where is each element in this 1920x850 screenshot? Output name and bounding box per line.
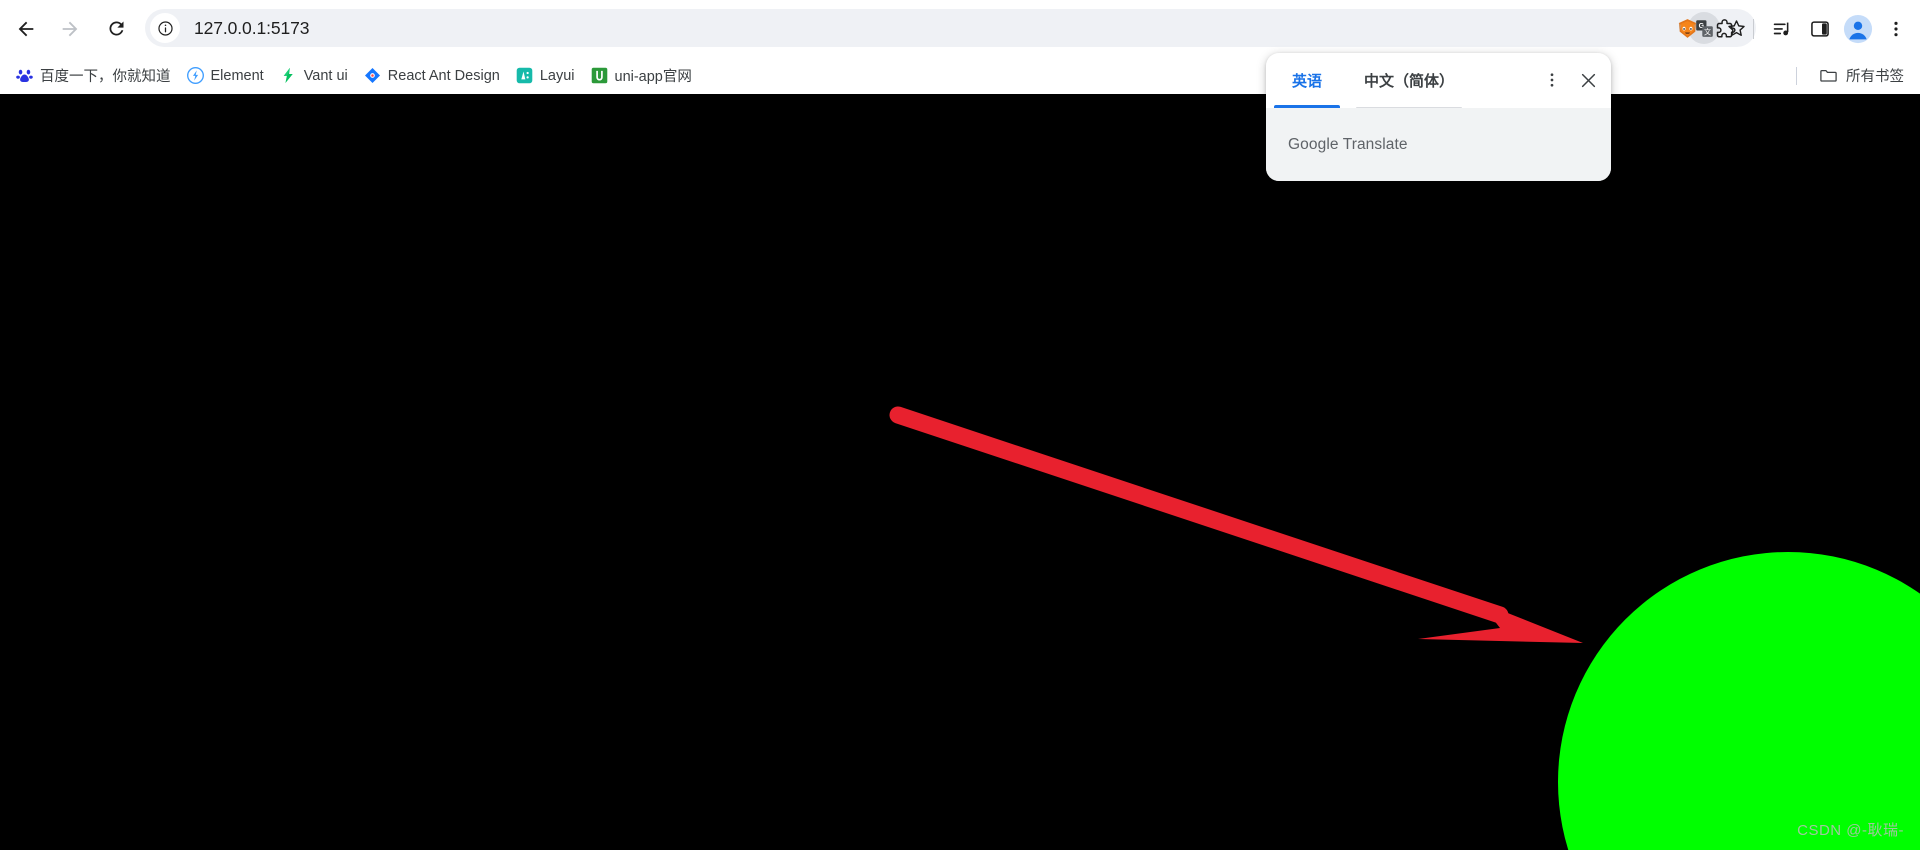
tab-english[interactable]: 英语 — [1266, 53, 1348, 108]
extensions-puzzle-icon[interactable] — [1707, 11, 1743, 47]
side-panel-icon[interactable] — [1802, 11, 1838, 47]
page-viewport: CSDN @-耿瑞- — [0, 94, 1920, 850]
bookmark-label: Vant ui — [303, 67, 348, 84]
translate-more-options-button[interactable] — [1535, 63, 1569, 97]
translate-language-tabs: 英语 中文（简体） — [1266, 53, 1470, 108]
browser-toolbar: 127.0.0.1:5173 G 文 — [0, 0, 1920, 57]
tab-chinese-label: 中文（简体） — [1363, 73, 1454, 90]
url-text: 127.0.0.1:5173 — [194, 17, 310, 38]
translate-close-button[interactable] — [1571, 63, 1605, 97]
profile-avatar-icon[interactable] — [1840, 11, 1876, 47]
bookmark-label: Element — [210, 67, 264, 84]
arrow-left-icon — [18, 21, 34, 36]
translate-popup-header: 英语 中文（简体） — [1266, 53, 1611, 108]
bookmarks-bar: 百度一下，你就知道 Element Vant ui React Ant Desi… — [0, 57, 1920, 94]
arrow-right-icon — [62, 21, 78, 36]
bookmark-uniapp[interactable]: uni-app官网 — [583, 61, 700, 90]
metamask-extension-icon[interactable] — [1669, 11, 1705, 47]
bookmark-label: React Ant Design — [387, 67, 500, 84]
all-bookmarks-label: 所有书签 — [1846, 69, 1904, 85]
baidu-paw-icon — [16, 69, 33, 83]
tab-chinese-simplified[interactable]: 中文（简体） — [1348, 53, 1470, 108]
layui-icon — [516, 67, 533, 84]
tab-english-underline — [1274, 105, 1340, 108]
tab-chinese-underline — [1356, 107, 1462, 108]
bookmark-baidu[interactable]: 百度一下，你就知道 — [8, 61, 179, 90]
bookmark-element[interactable]: Element — [179, 63, 272, 88]
bookmarks-bar-right: 所有书签 — [1796, 57, 1912, 94]
address-bar[interactable]: 127.0.0.1:5173 G 文 — [145, 9, 1756, 47]
bookmark-label: uni-app官网 — [614, 69, 692, 85]
ant-design-icon — [364, 67, 380, 84]
info-circle-icon — [157, 20, 173, 36]
vant-ui-icon — [283, 67, 293, 84]
toolbar-right-icons — [1669, 0, 1914, 57]
toolbar-separator — [1753, 18, 1754, 39]
chrome-menu-icon[interactable] — [1878, 11, 1914, 47]
close-icon — [1581, 73, 1595, 87]
translate-provider-label: Google Translate — [1288, 135, 1408, 153]
all-bookmarks-button[interactable]: 所有书签 — [1811, 61, 1912, 90]
translate-popup: 英语 中文（简体） Google Translate — [1266, 53, 1611, 181]
translate-popup-actions — [1535, 63, 1605, 97]
back-button[interactable] — [8, 11, 44, 47]
forward-button[interactable] — [52, 11, 88, 47]
bookmarks-divider — [1796, 66, 1797, 85]
site-info-button[interactable] — [150, 13, 180, 43]
bookmark-layui[interactable]: Layui — [508, 63, 583, 88]
green-circle — [1558, 552, 1920, 850]
more-vertical-icon — [1550, 73, 1554, 87]
element-ui-icon — [186, 67, 204, 84]
browser-chrome: 127.0.0.1:5173 G 文 百度一下，你就知道 Element Van… — [0, 0, 1920, 94]
reload-icon — [108, 21, 123, 36]
translate-popup-body: Google Translate — [1266, 108, 1611, 181]
bookmark-vant-ui[interactable]: Vant ui — [272, 63, 356, 88]
reload-button[interactable] — [98, 11, 134, 47]
bookmark-label: 百度一下，你就知道 — [40, 69, 171, 85]
media-control-icon[interactable] — [1764, 11, 1800, 47]
tab-english-label: 英语 — [1291, 73, 1322, 90]
bookmark-react-ant-design[interactable]: React Ant Design — [356, 63, 508, 88]
uniapp-icon — [591, 67, 607, 84]
folder-icon — [1820, 69, 1837, 82]
csdn-watermark: CSDN @-耿瑞- — [1797, 822, 1904, 839]
bookmark-label: Layui — [539, 67, 575, 84]
